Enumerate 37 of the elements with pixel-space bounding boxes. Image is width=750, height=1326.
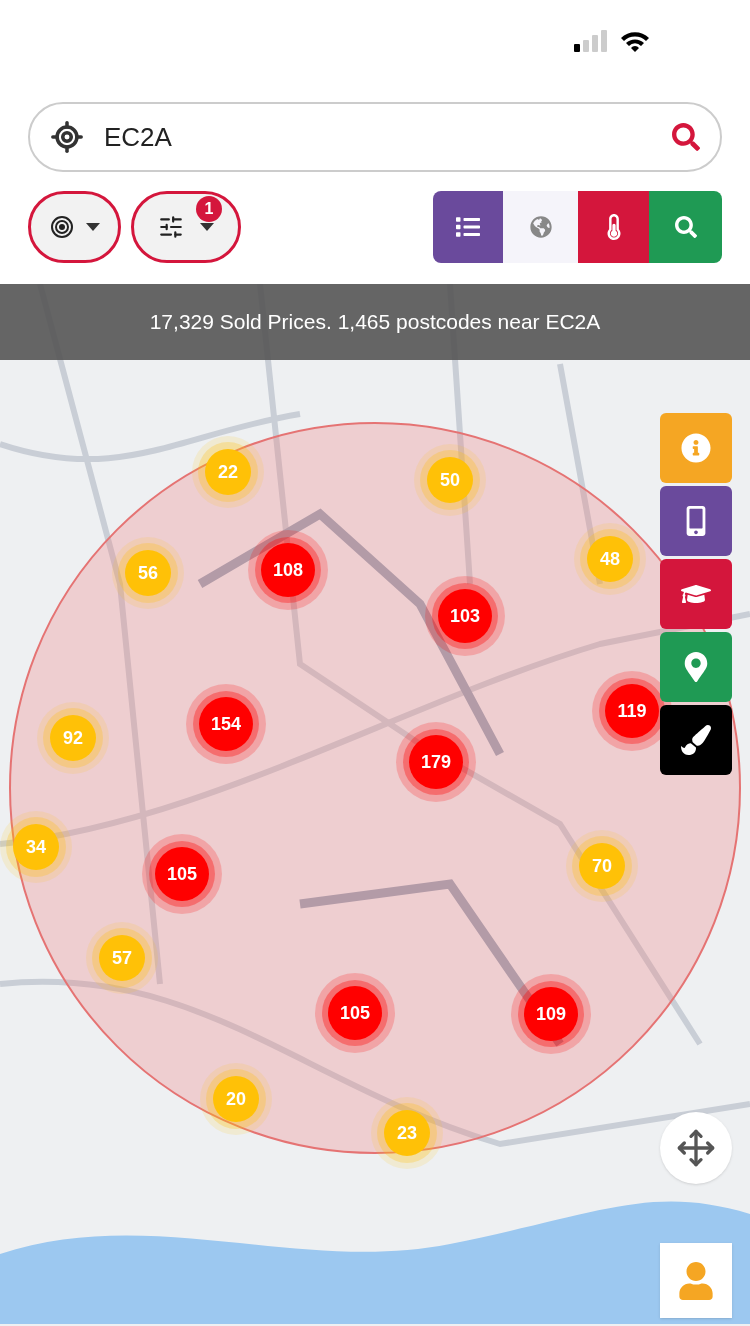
list-icon (456, 215, 480, 239)
sliders-icon (158, 214, 184, 240)
recenter-button[interactable] (660, 1112, 732, 1184)
globe-icon (529, 216, 552, 238)
crosshair-icon[interactable] (50, 120, 84, 154)
paintbrush-icon (681, 725, 711, 755)
style-button[interactable] (660, 705, 732, 775)
cluster-marker[interactable]: 179 (409, 735, 463, 789)
schools-button[interactable] (660, 559, 732, 629)
location-button[interactable] (660, 632, 732, 702)
mobile-button[interactable] (660, 486, 732, 556)
map-view[interactable]: 17,329 Sold Prices. 1,465 postcodes near EC2A 22 50 56 108 48 103 92 154 119 179 34 105 70 57 105 109 20 23 (0, 284, 750, 1326)
cluster-marker[interactable]: 105 (328, 986, 382, 1040)
search-value: EC2A (104, 120, 173, 154)
move-icon (676, 1128, 716, 1168)
cluster-marker[interactable]: 109 (524, 987, 578, 1041)
target-icon (49, 215, 74, 239)
wifi-icon (620, 30, 650, 52)
caret-icon (85, 223, 100, 231)
cluster-marker[interactable]: 108 (261, 543, 315, 597)
search-icon[interactable] (672, 123, 700, 151)
search-field[interactable]: EC2A (28, 102, 722, 172)
globe-view-button[interactable] (503, 191, 578, 263)
person-icon (677, 1261, 715, 1300)
signal-icon (574, 30, 608, 52)
search-button[interactable] (649, 191, 722, 263)
filter-badge: 1 (196, 196, 222, 222)
results-banner: 17,329 Sold Prices. 1,465 postcodes near EC2A (0, 284, 750, 360)
cluster-marker[interactable]: 103 (438, 589, 492, 643)
info-icon (681, 433, 711, 463)
heatmap-button[interactable] (578, 191, 649, 263)
filter-dropdown[interactable]: 1 (131, 191, 241, 263)
list-view-button[interactable] (433, 191, 503, 263)
cluster-marker[interactable]: 154 (199, 697, 253, 751)
cluster-marker[interactable]: 119 (605, 684, 659, 738)
cluster-marker[interactable]: 105 (155, 847, 209, 901)
search-icon (674, 216, 697, 238)
